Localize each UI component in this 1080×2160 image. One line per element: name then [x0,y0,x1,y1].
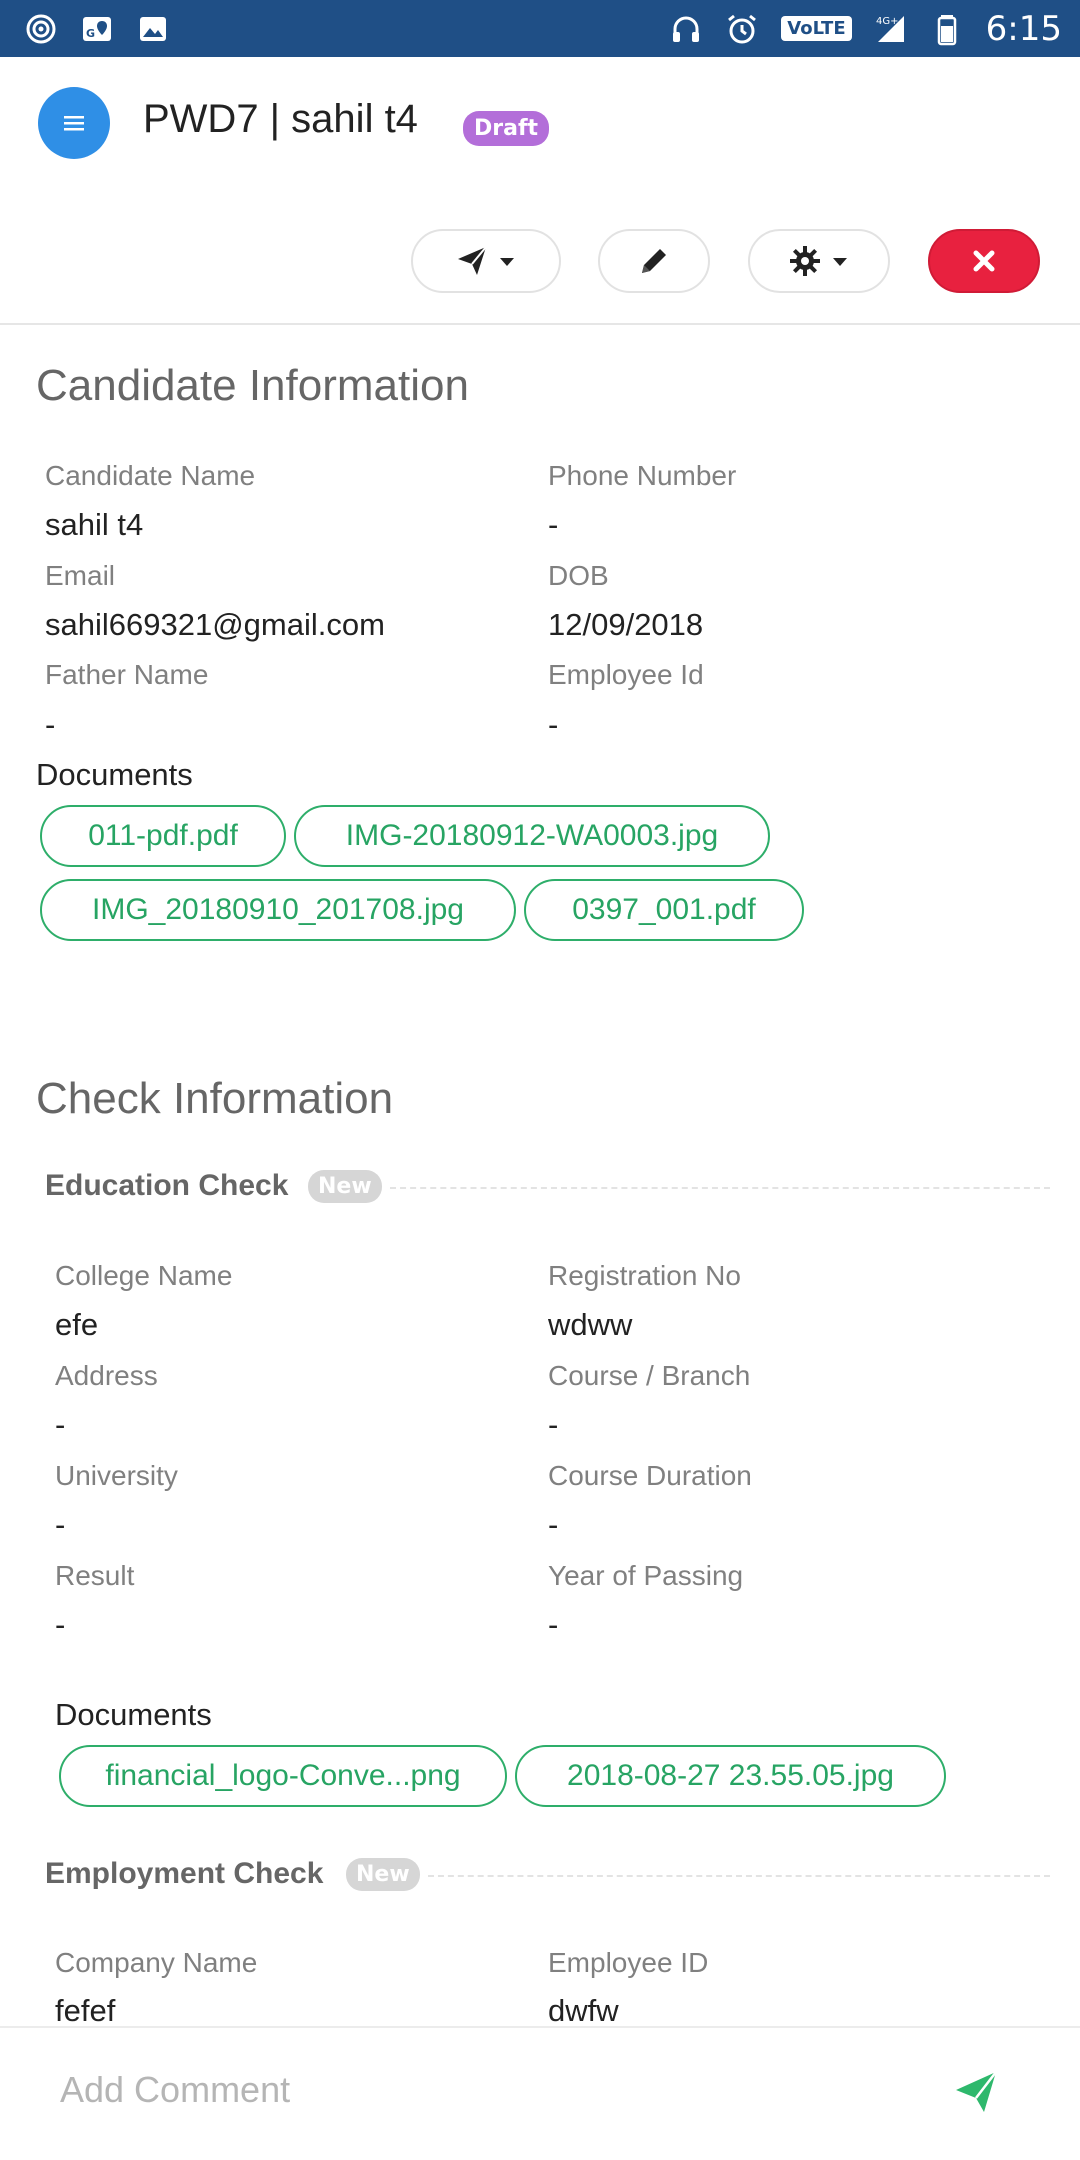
field-label: Course / Branch [548,1360,751,1391]
main-content[interactable]: Candidate Information Candidate Name sah… [0,327,1080,2027]
section-divider [428,1875,1050,1877]
candidate-name-value: sahil t4 [45,507,144,542]
new-badge: New [346,1858,420,1891]
document-chip[interactable]: IMG_20180910_201708.jpg [40,879,516,941]
alarm-icon [725,12,759,46]
course-duration-value: - [548,1507,559,1542]
pencil-icon [642,249,666,273]
comment-bar [0,2026,1080,2160]
candidate-section-title: Candidate Information [36,361,469,410]
new-badge: New [308,1170,382,1203]
check-section-title: Check Information [36,1074,394,1123]
close-icon [973,250,995,272]
clock: 6:15 [985,8,1062,49]
document-chip[interactable]: financial_logo-Conve...png [59,1745,507,1807]
course-branch-value: - [548,1407,559,1442]
father-name-value: - [45,707,56,742]
employee-id-value: dwfw [548,1993,619,2027]
year-of-passing-value: - [548,1607,559,1642]
field-label: Employee Id [548,659,704,690]
document-chip[interactable]: 011-pdf.pdf [40,805,286,867]
status-bar: G VoLTE 4G+ 6:15 [0,0,1080,57]
battery-icon [930,12,964,46]
field-label: Phone Number [548,460,737,491]
caret-down-icon [500,258,514,266]
field-label: Registration No [548,1260,741,1291]
college-name-value: efe [55,1307,99,1342]
edit-button[interactable] [598,229,710,293]
phone-number-value: - [548,507,559,542]
settings-dropdown-button[interactable] [748,229,890,293]
employee-id-value: - [548,707,559,742]
document-chip[interactable]: IMG-20180912-WA0003.jpg [294,805,770,867]
hamburger-icon [64,116,84,131]
target-app-icon [24,12,58,46]
field-label: Employee ID [548,1947,709,1978]
employment-check-title: Employment Check [45,1857,324,1890]
svg-text:G: G [86,27,95,40]
dob-value: 12/09/2018 [548,607,704,642]
caret-down-icon [833,258,847,266]
volte-indicator: VoLTE [781,16,852,41]
send-dropdown-button[interactable] [411,229,561,293]
status-badge: Draft [463,111,550,146]
field-label: DOB [548,560,609,591]
paper-plane-icon [458,246,487,275]
menu-button[interactable] [38,87,110,159]
documents-heading: Documents [36,757,193,792]
university-value: - [55,1507,66,1542]
gear-icon [790,246,820,276]
headphones-icon [669,12,703,46]
send-comment-button[interactable] [952,2068,1004,2120]
page-title: PWD7 | sahil t4 [143,97,418,141]
registration-no-value: wdww [548,1307,633,1342]
network-type: 4G+ [876,16,899,27]
email-value: sahil669321@gmail.com [45,607,385,642]
field-label: Candidate Name [45,460,256,491]
field-label: University [55,1460,178,1491]
section-divider [390,1187,1050,1189]
close-button[interactable] [928,229,1040,293]
documents-heading: Documents [55,1697,212,1732]
field-label: Father Name [45,659,209,690]
document-chip[interactable]: 0397_001.pdf [524,879,804,941]
signal-icon: 4G+ [874,12,908,46]
field-label: Course Duration [548,1460,752,1491]
document-chip[interactable]: 2018-08-27 23.55.05.jpg [515,1745,946,1807]
maps-app-icon: G [80,12,114,46]
field-label: College Name [55,1260,233,1291]
field-label: Year of Passing [548,1560,744,1591]
comment-input[interactable] [60,2058,920,2122]
field-label: Email [45,560,116,591]
send-icon [956,2071,997,2112]
education-check-title: Education Check [45,1169,289,1202]
result-value: - [55,1607,66,1642]
field-label: Address [55,1360,158,1391]
address-value: - [55,1407,66,1442]
field-label: Company Name [55,1947,258,1978]
gallery-icon [136,12,170,46]
company-name-value: fefef [55,1993,116,2027]
app-header: PWD7 | sahil t4 Draft [0,57,1080,325]
field-label: Result [55,1560,135,1591]
